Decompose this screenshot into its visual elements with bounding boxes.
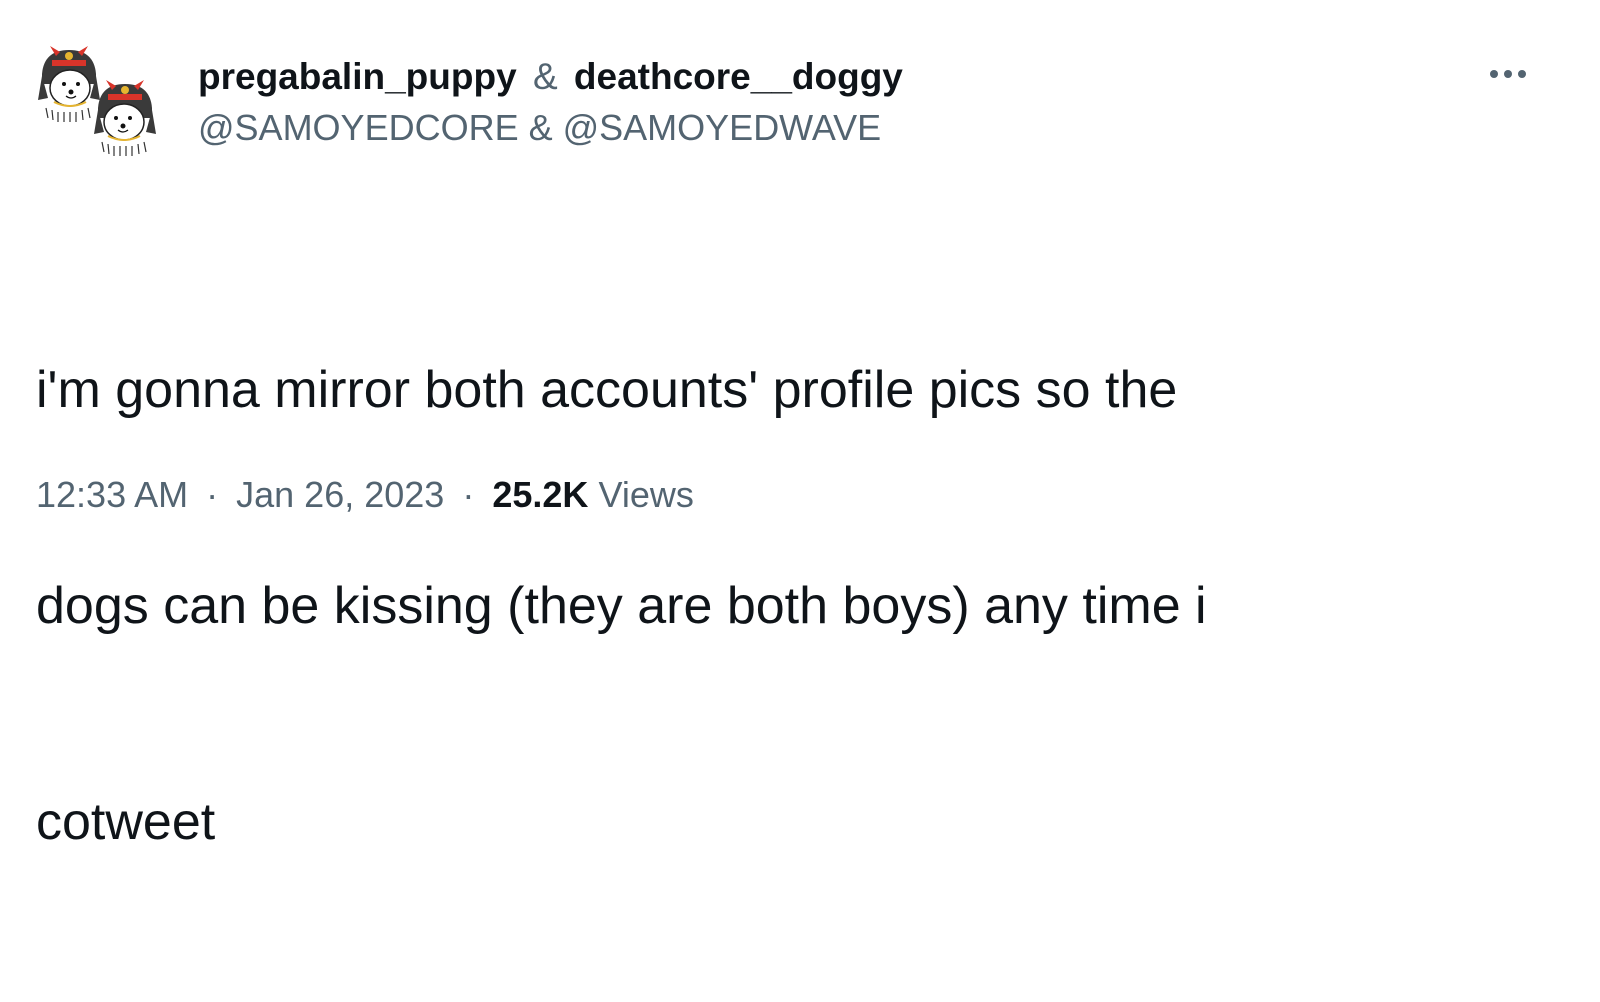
tweet-date: Jan 26, 2023 [236, 474, 445, 515]
co-author-avatars [36, 44, 166, 164]
author-handles[interactable]: @SAMOYEDCORE & @SAMOYEDWAVE [198, 106, 881, 150]
avatar-deathcore-doggy[interactable] [92, 78, 158, 158]
author-joiner: & [532, 56, 558, 97]
tweet-time: 12:33 AM [36, 474, 189, 515]
more-options-button[interactable] [1484, 54, 1532, 94]
tweet-timestamp-link[interactable]: 12:33 AM · Jan 26, 2023 [36, 474, 454, 515]
views-label: Views [598, 474, 694, 515]
tweet-text-line-1: i'm gonna mirror both accounts' profile … [36, 361, 1178, 419]
tweet-card: pregabalin_puppy & deathcore__doggy @SAM… [0, 0, 1600, 851]
tweet-text-line-2: dogs can be kissing (they are both boys)… [36, 577, 1207, 635]
author-names: pregabalin_puppy & deathcore__doggy [198, 55, 903, 99]
samoyed-samurai-icon [94, 80, 156, 156]
author-name-2[interactable]: deathcore__doggy [574, 56, 903, 97]
views-stat[interactable]: 25.2K Views [492, 474, 693, 515]
tweet-text: i'm gonna mirror both accounts' profile … [36, 210, 1476, 1002]
tweet-text-line-3: cotweet [36, 793, 216, 851]
author-name-1[interactable]: pregabalin_puppy [198, 56, 517, 97]
meta-separator: · [462, 474, 475, 515]
tweet-meta: 12:33 AM · Jan 26, 2023 · 25.2K Views [36, 473, 694, 517]
meta-separator: · [206, 474, 219, 515]
views-count: 25.2K [492, 474, 589, 515]
more-horizontal-icon [1490, 70, 1526, 78]
